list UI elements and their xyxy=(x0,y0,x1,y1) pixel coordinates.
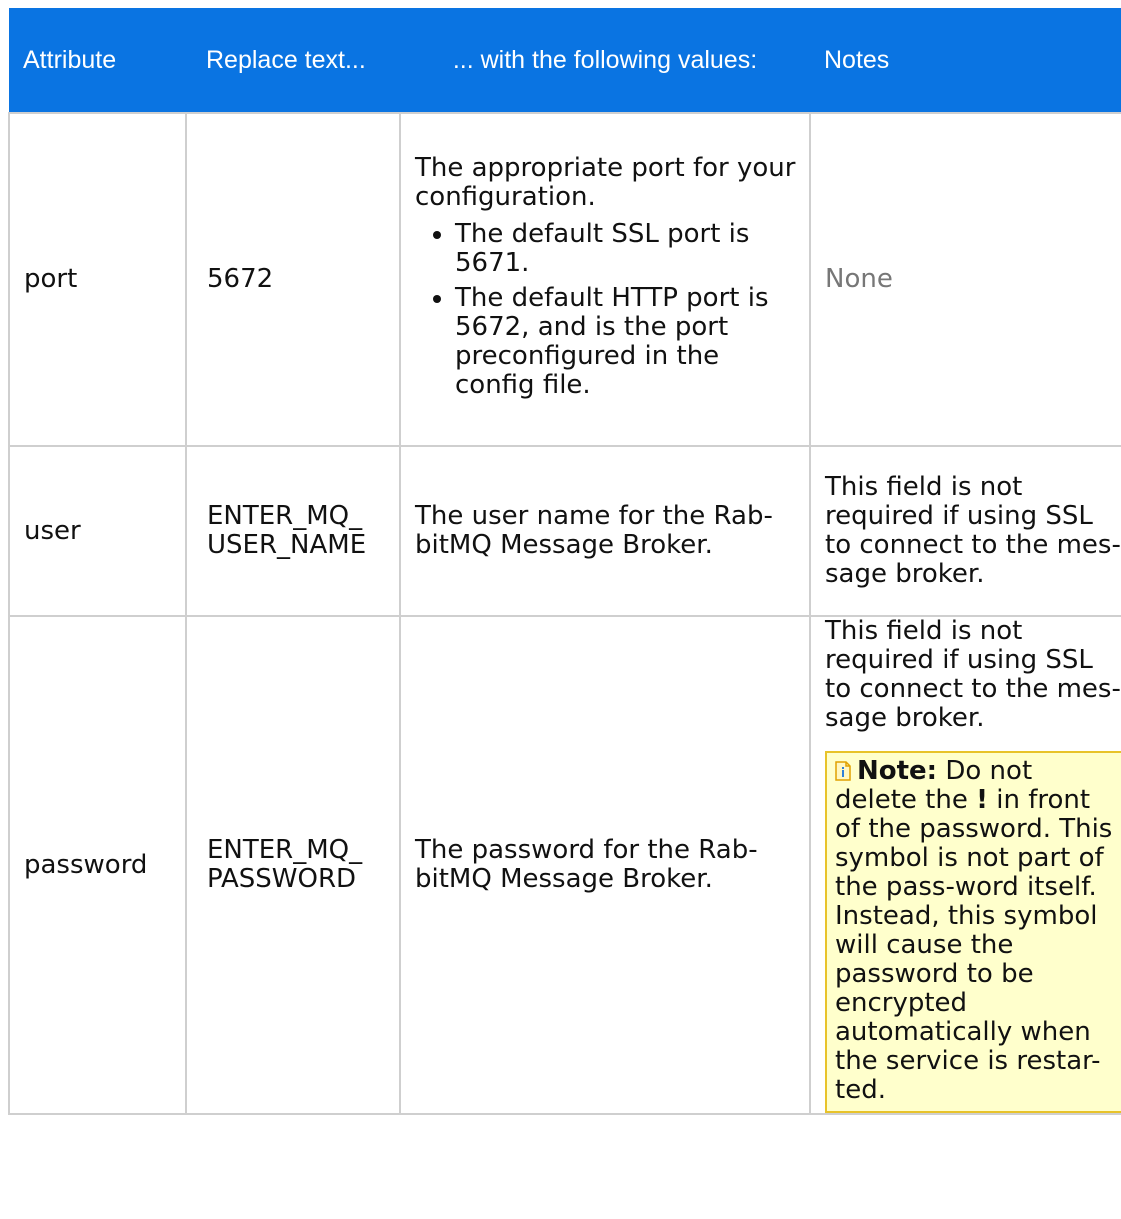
cell-replace-text: 5672 xyxy=(185,112,401,447)
table-row-user: user ENTER_MQ_ USER_NAME The user name f… xyxy=(8,445,1121,617)
notes-text: This field is not required if using SSL … xyxy=(825,616,1121,733)
header-replace-text: Replace text... xyxy=(186,8,400,113)
cell-values: The password for the Rab-bitMQ Message B… xyxy=(399,615,811,1115)
list-item: The default SSL port is 5671. xyxy=(455,219,797,278)
cell-attribute: password xyxy=(8,615,187,1115)
header-attribute: Attribute xyxy=(9,8,186,113)
cell-replace-text: ENTER_MQ_ USER_NAME xyxy=(185,445,401,617)
content-area: Attribute Replace text... ... with the f… xyxy=(8,8,1121,1115)
cell-notes: This field is not required if using SSL … xyxy=(809,445,1121,617)
config-attributes-table: Attribute Replace text... ... with the f… xyxy=(8,8,1121,1115)
list-item: The default HTTP port is 5672, and is th… xyxy=(455,283,797,400)
cell-replace-text: ENTER_MQ_ PASSWORD xyxy=(185,615,401,1115)
header-values: ... with the following values: xyxy=(400,8,810,113)
cell-values: The user name for the Rab-bitMQ Message … xyxy=(399,445,811,617)
values-text: The appropriate port for your configurat… xyxy=(415,152,796,212)
table-header-row: Attribute Replace text... ... with the f… xyxy=(9,8,1121,113)
table-row-port: port 5672 The appropriate port for your … xyxy=(8,112,1121,447)
note-label: Note: xyxy=(857,756,938,786)
cell-notes: This field is not required if using SSL … xyxy=(809,615,1121,1115)
cell-values: The appropriate port for your configurat… xyxy=(399,112,811,447)
header-notes: Notes xyxy=(810,8,1121,113)
note-symbol: ! xyxy=(976,785,988,815)
note-info-icon xyxy=(835,759,851,781)
values-bullet-list: The default SSL port is 5671. The defaul… xyxy=(415,219,797,400)
cell-notes: None xyxy=(809,112,1121,447)
table-row-password: password ENTER_MQ_ PASSWORD The password… xyxy=(8,615,1121,1115)
note-callout: Note: Do not delete the ! in front of th… xyxy=(825,751,1121,1113)
note-text-after: in front of the password. This symbol is… xyxy=(835,785,1113,1105)
cell-attribute: user xyxy=(8,445,187,617)
cell-attribute: port xyxy=(8,112,187,447)
